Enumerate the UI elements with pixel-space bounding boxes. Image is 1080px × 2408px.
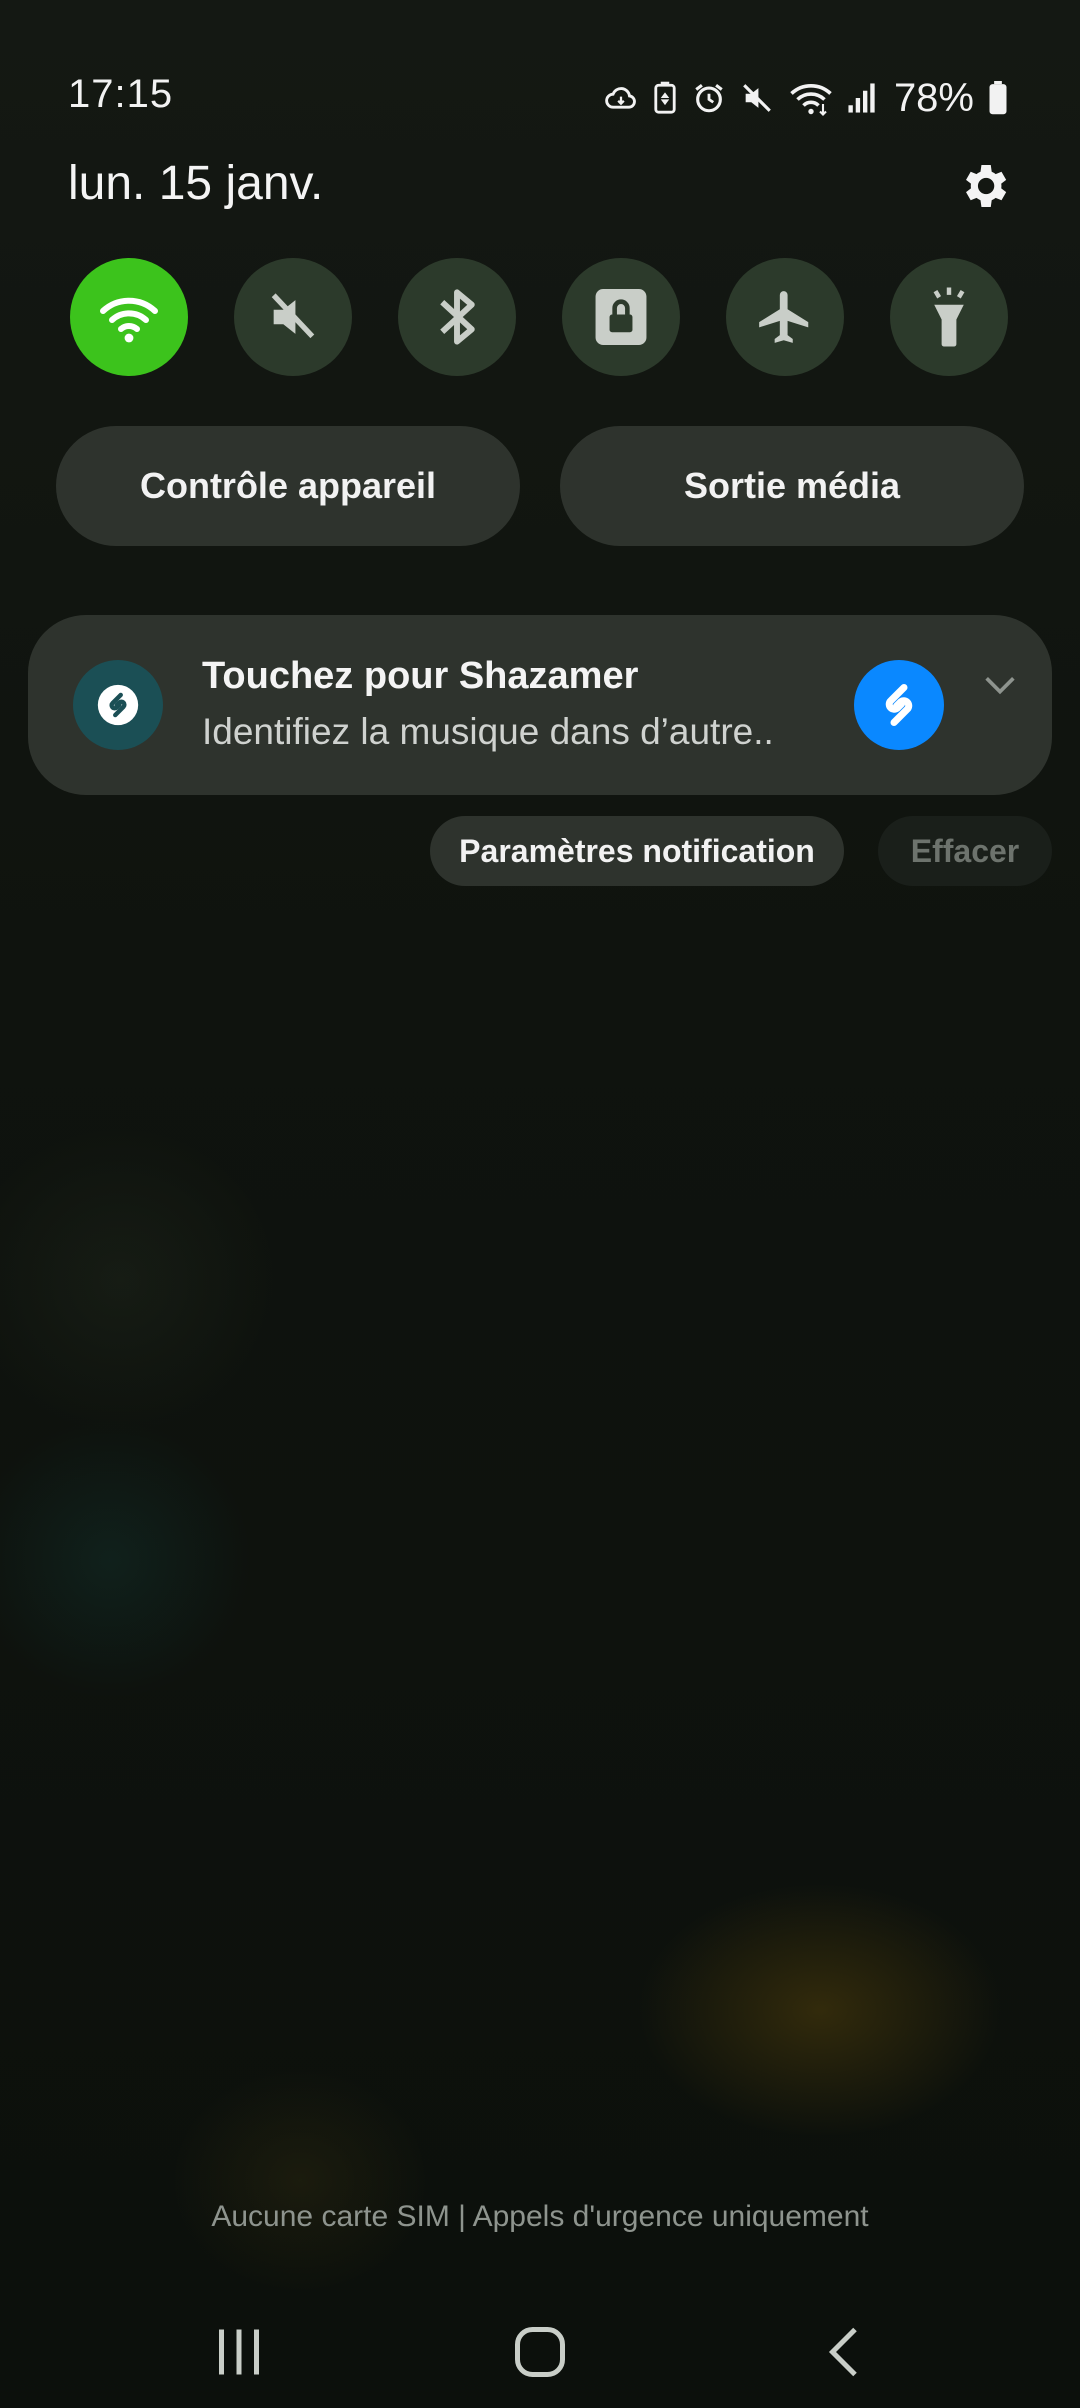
wifi-icon: [790, 83, 832, 116]
shazam-notification[interactable]: Touchez pour Shazamer Identifiez la musi…: [28, 615, 1052, 795]
shazam-button-icon[interactable]: [854, 660, 944, 750]
date-label: lun. 15 janv.: [68, 157, 324, 210]
toggle-bluetooth[interactable]: [398, 258, 516, 376]
lock-icon: [595, 289, 647, 345]
toggle-wifi[interactable]: [70, 258, 188, 376]
shazam-icon: [73, 660, 163, 750]
status-bar: 17:15 78%: [0, 0, 1080, 150]
battery-icon: [989, 81, 1007, 115]
toggle-airplane-mode[interactable]: [726, 258, 844, 376]
sim-status-text: Aucune carte SIM | Appels d'urgence uniq…: [211, 2200, 869, 2233]
notification-actions: Paramètres notification Effacer: [0, 816, 1080, 886]
status-time: 17:15: [68, 72, 174, 116]
mute-icon: [743, 84, 771, 112]
navigation-bar: [0, 2300, 1080, 2408]
bluetooth-icon: [440, 289, 475, 345]
notification-settings-button[interactable]: Paramètres notification: [430, 816, 844, 886]
back-icon[interactable]: [815, 2322, 875, 2382]
toggle-flashlight[interactable]: [890, 258, 1008, 376]
airplane-icon: [759, 291, 809, 343]
cloud-sync-icon: [605, 87, 636, 109]
recent-apps-icon[interactable]: [209, 2322, 269, 2382]
alarm-icon: [695, 84, 723, 113]
quick-actions: Contrôle appareil Sortie média: [56, 426, 1024, 546]
notification-panel: 17:15 78% lun. 15 janv. Contrôle apparei…: [0, 0, 1080, 2408]
notification-body: Identifiez la musique dans d’autre..: [202, 711, 774, 752]
battery-percent: 78%: [893, 75, 974, 120]
home-icon[interactable]: [510, 2322, 570, 2382]
battery-saver-icon: [654, 81, 676, 114]
mute-icon: [271, 293, 315, 339]
toggle-rotation-lock[interactable]: [562, 258, 680, 376]
chevron-down-icon[interactable]: [980, 665, 1020, 705]
status-icons: 78%: [604, 72, 1008, 124]
notification-title: Touchez pour Shazamer: [202, 655, 639, 697]
flashlight-icon: [933, 287, 965, 347]
toggle-sound[interactable]: [234, 258, 352, 376]
gear-icon[interactable]: [956, 158, 1012, 214]
device-control-button[interactable]: Contrôle appareil: [56, 426, 520, 546]
quick-toggles: [70, 258, 1008, 376]
clear-button[interactable]: Effacer: [878, 816, 1052, 886]
media-output-button[interactable]: Sortie média: [560, 426, 1024, 546]
wifi-icon: [100, 297, 158, 343]
signal-icon: [848, 83, 875, 113]
